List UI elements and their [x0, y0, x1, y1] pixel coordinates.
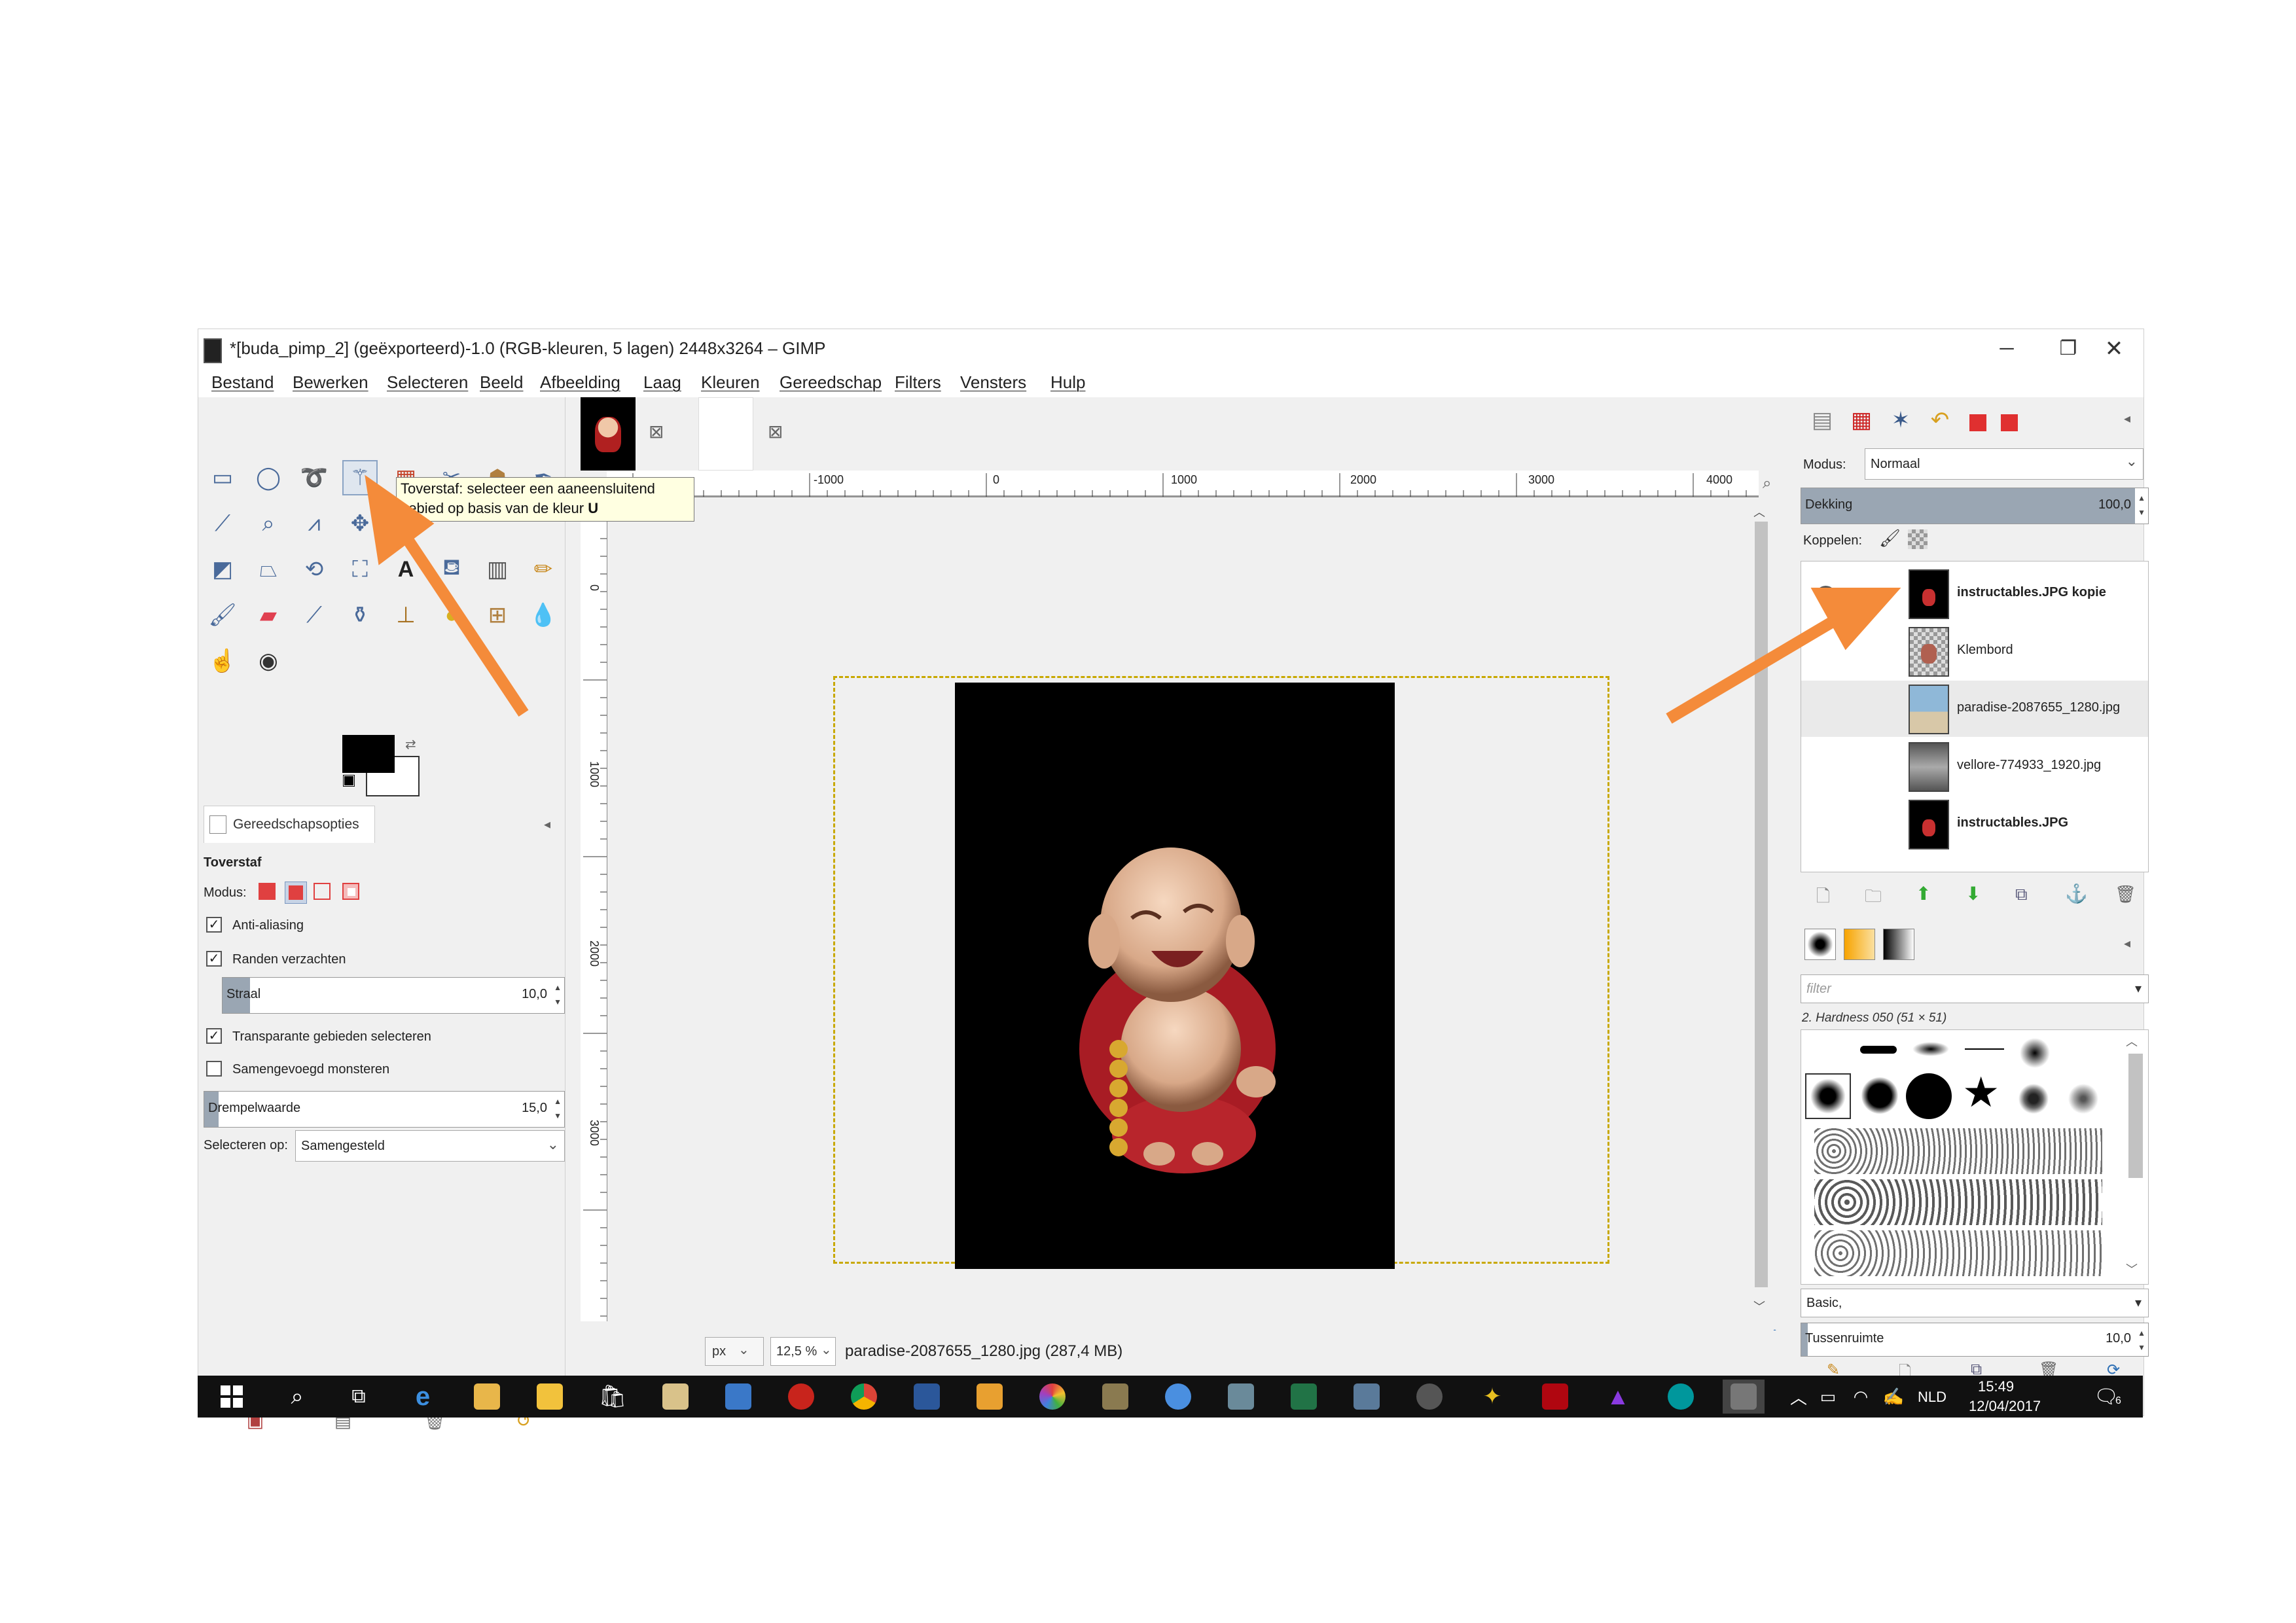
annotation-arrows	[365, 474, 1901, 724]
annotation-arrow-right	[1666, 588, 1901, 724]
annotation-arrow-left	[365, 474, 529, 717]
